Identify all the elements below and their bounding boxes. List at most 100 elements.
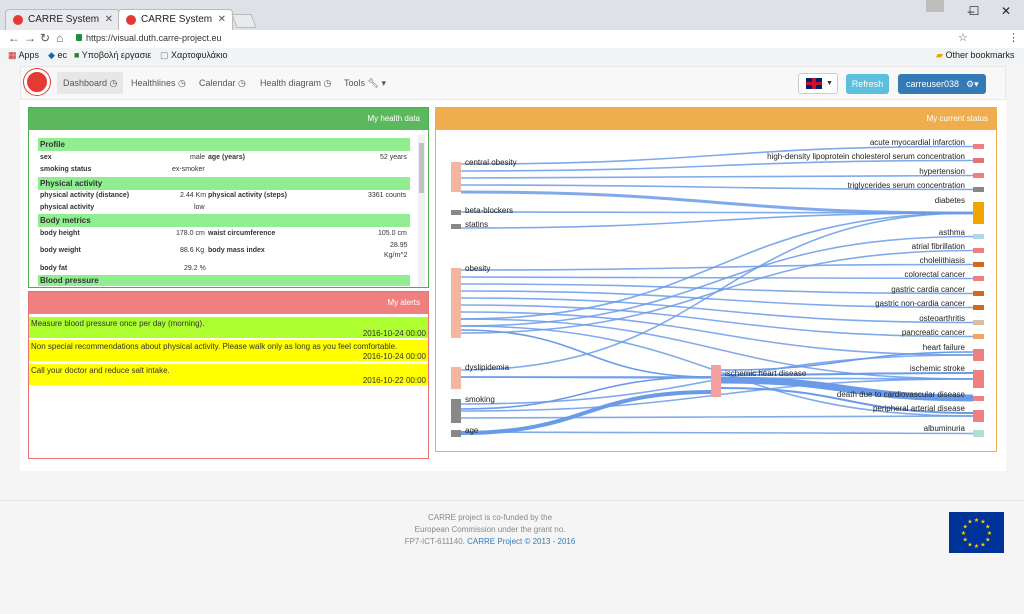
value-distance: 2.44 Km	[180, 192, 207, 199]
sankey-target-node	[973, 202, 984, 224]
bookmark-label: Apps	[18, 50, 40, 60]
url-input[interactable]: https://visual.duth.carre-project.eu	[74, 31, 924, 46]
sankey-source-node	[451, 162, 461, 192]
sankey-middle-label: ischemic heart disease	[725, 369, 807, 378]
eu-star-icon: ★	[967, 519, 972, 526]
sankey-source-label: central obesity	[465, 158, 517, 167]
forward-icon[interactable]: →	[24, 31, 36, 45]
sankey-link	[460, 212, 974, 229]
uk-flag-icon	[806, 78, 822, 89]
sankey-link	[460, 431, 974, 435]
sankey-target-node	[973, 234, 984, 239]
home-icon[interactable]: ⌂	[56, 31, 63, 45]
close-tab-icon[interactable]: ✕	[218, 10, 226, 30]
value-bmi: 28.95	[390, 242, 408, 249]
close-tab-icon[interactable]: ✕	[105, 10, 113, 30]
user-name: carreuser038	[906, 79, 960, 89]
profile-icon[interactable]	[926, 0, 944, 12]
nav-healthlines[interactable]: Healthlines ◷	[125, 72, 192, 94]
eu-star-icon: ★	[985, 537, 990, 544]
bookmark-star-icon[interactable]: ☆	[958, 31, 968, 44]
label-distance: physical activity (distance)	[40, 192, 130, 199]
eu-star-icon: ★	[967, 541, 972, 548]
eu-star-icon: ★	[987, 530, 992, 537]
nav-calendar[interactable]: Calendar ◷	[193, 72, 252, 94]
eu-star-icon: ★	[980, 541, 985, 548]
tab-title: CARRE System	[28, 14, 100, 25]
sankey-target-node	[973, 173, 984, 178]
sankey-target-node	[973, 430, 984, 437]
bookmark-label: ec	[57, 50, 67, 60]
sankey-source-node	[451, 268, 461, 338]
sankey-target-node	[973, 370, 984, 388]
eu-star-icon: ★	[974, 517, 979, 524]
bookmark-apps[interactable]: ▦ Apps	[8, 48, 39, 62]
nav-label: Health diagram	[260, 78, 322, 88]
sankey-target-label: asthma	[939, 228, 966, 237]
sankey-target-label: pancreatic cancer	[902, 328, 965, 337]
sankey-target-label: albuminuria	[924, 424, 966, 433]
restore-icon[interactable]: ☐	[958, 0, 990, 22]
clock-icon: ◷	[238, 78, 246, 88]
sankey-target-label: ischemic stroke	[910, 364, 966, 373]
sankey-target-label: diabetes	[935, 196, 965, 205]
refresh-button[interactable]: Refresh	[846, 74, 889, 94]
panel-title: My alerts	[29, 292, 428, 314]
footer-line-3: FP7-ICT-611140. CARRE Project © 2013 - 2…	[360, 536, 620, 548]
eu-star-icon: ★	[963, 537, 968, 544]
sankey-target-label: acute myocardial infarction	[870, 138, 965, 147]
label-body-fat: body fat	[40, 265, 68, 272]
sankey-target-node	[973, 262, 984, 267]
sankey-source-node	[451, 210, 461, 215]
label-sex: sex	[40, 154, 52, 161]
browser-tab-1[interactable]: CARRE System ✕	[5, 9, 120, 30]
sankey-source-node	[451, 367, 461, 389]
carre-logo[interactable]	[24, 69, 50, 95]
label-activity: physical activity	[40, 204, 95, 211]
bookmark-ypovoli[interactable]: ■ Υποβολή εργασιε	[74, 48, 151, 62]
menu-icon[interactable]: ⋮	[1008, 31, 1019, 44]
sankey-target-node	[973, 410, 984, 422]
bookmark-portfolio[interactable]: ▢ Χαρτοφυλάκιο	[160, 48, 228, 62]
carre-project-link[interactable]: CARRE Project © 2013 - 2016	[467, 537, 575, 546]
label-smoking: smoking status	[40, 166, 92, 173]
sankey-target-node	[973, 291, 984, 296]
alert-date: 2016-10-24 00:00	[362, 329, 426, 338]
nav-dashboard[interactable]: Dashboard ◷	[57, 72, 124, 94]
nav-tools[interactable]: Tools 🔧︎ ▾	[338, 72, 392, 94]
nav-health-diagram[interactable]: Health diagram ◷	[254, 72, 337, 94]
scrollbar-thumb[interactable]	[419, 143, 424, 193]
clock-icon: ◷	[323, 78, 332, 88]
alert-item[interactable]: Call your doctor and reduce salt intake.…	[29, 364, 428, 385]
sankey-target-node	[973, 349, 984, 361]
alert-item[interactable]: Measure blood pressure once per day (mor…	[29, 317, 428, 338]
other-bookmarks[interactable]: ▰ Other bookmarks	[936, 48, 1014, 62]
value-age: 52 years	[380, 154, 407, 161]
section-blood-pressure: Blood pressure	[38, 275, 410, 286]
back-icon[interactable]: ←	[8, 31, 20, 45]
gear-icon: ⚙▾	[966, 79, 979, 89]
carre-favicon	[126, 15, 136, 25]
chevron-down-icon: ▼	[826, 80, 833, 87]
alert-text: Call your doctor and reduce salt intake.	[31, 366, 170, 375]
browser-tab-2[interactable]: CARRE System ✕	[118, 9, 233, 30]
alert-date: 2016-10-22 00:00	[362, 376, 426, 385]
panel-title: My health data	[29, 108, 428, 130]
value-sex: male	[190, 154, 206, 161]
bookmark-ec[interactable]: ◆ ec	[48, 48, 67, 62]
sankey-link	[460, 415, 974, 419]
close-window-icon[interactable]: ✕	[990, 0, 1022, 22]
reload-icon[interactable]: ↻	[40, 31, 50, 45]
risk-sankey-diagram: central obesity beta-blockers statins obesi…	[451, 138, 984, 437]
sankey-target-node	[973, 276, 984, 281]
sankey-source-label: obesity	[465, 264, 490, 273]
clock-icon: ◷	[109, 78, 118, 88]
footer-line-1: CARRE project is co-funded by the	[427, 513, 553, 522]
user-menu-button[interactable]: carreuser038 ⚙▾	[898, 74, 986, 94]
alert-text: Non special recommendations about physic…	[31, 342, 398, 351]
sankey-source-node	[451, 399, 461, 423]
clock-icon: ◷	[178, 78, 186, 88]
alert-item[interactable]: Non special recommendations about physic…	[29, 340, 428, 361]
section-activity: Physical activity	[38, 177, 410, 190]
sankey-source-node	[451, 430, 461, 437]
